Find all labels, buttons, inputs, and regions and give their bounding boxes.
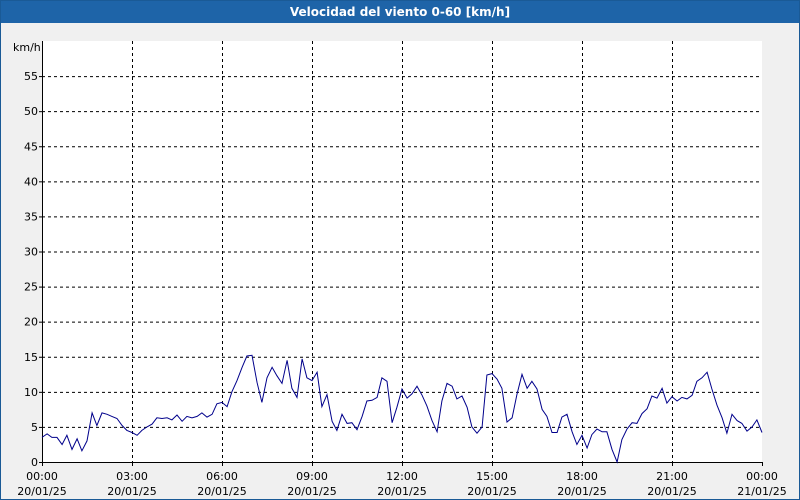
- x-tick-date: 20/01/25: [17, 485, 66, 498]
- x-tick-date: 21/01/25: [737, 485, 786, 498]
- chart-window: Velocidad del viento 0-60 [km/h] km/h 05…: [0, 0, 800, 500]
- x-tick-date: 20/01/25: [287, 485, 336, 498]
- x-tick-date: 20/01/25: [467, 485, 516, 498]
- chart-canvas: km/h 0 5 10 15 20 25 30 35 40 45 50 55 00:00 20/01/2…: [13, 41, 787, 498]
- y-tick-label: 25: [24, 281, 38, 294]
- x-tick-date: 20/01/25: [647, 485, 696, 498]
- y-tick-label: 0: [31, 456, 38, 469]
- x-tick-time: 12:00: [386, 470, 418, 483]
- y-tick-label: 40: [24, 175, 38, 188]
- x-tick-time: 21:00: [656, 470, 688, 483]
- y-tick-label: 15: [24, 351, 38, 364]
- y-tick-label: 20: [24, 316, 38, 329]
- x-tick-date: 20/01/25: [107, 485, 156, 498]
- y-tick-label: 5: [31, 421, 38, 434]
- x-tick-date: 20/01/25: [377, 485, 426, 498]
- y-tick-label: 50: [24, 105, 38, 118]
- y-axis-label: km/h: [13, 41, 41, 54]
- x-tick-time: 09:00: [296, 470, 328, 483]
- x-tick-date: 20/01/25: [197, 485, 246, 498]
- y-tick-labels: 0 5 10 15 20 25 30 35 40 45 50 55: [24, 70, 42, 469]
- y-tick-label: 35: [24, 210, 38, 223]
- x-tick-time: 18:00: [566, 470, 598, 483]
- grid-layer: [42, 41, 762, 463]
- x-tick-labels: 00:00 20/01/25 03:00 20/01/25 06:00 20/01/25 0…: [17, 462, 787, 498]
- y-tick-label: 45: [24, 140, 38, 153]
- x-tick-time: 00:00: [746, 470, 778, 483]
- x-tick-time: 03:00: [116, 470, 148, 483]
- y-tick-label: 30: [24, 246, 38, 259]
- x-tick-date: 20/01/25: [557, 485, 606, 498]
- y-tick-label: 10: [24, 386, 38, 399]
- x-tick-time: 06:00: [206, 470, 238, 483]
- x-tick-time: 00:00: [26, 470, 58, 483]
- y-tick-label: 55: [24, 70, 38, 83]
- x-tick-time: 15:00: [476, 470, 508, 483]
